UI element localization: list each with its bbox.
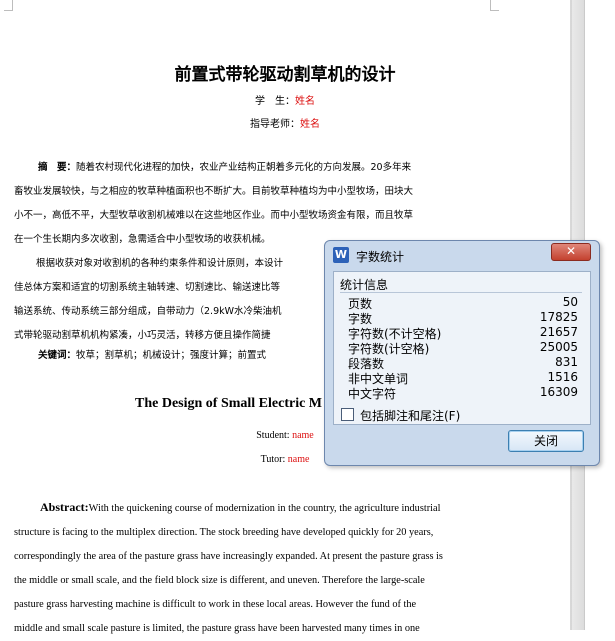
- stat-value: 25005: [539, 340, 578, 354]
- abstract-en: Abstract:With the quickening course of m…: [14, 495, 487, 641]
- word-app-icon: W: [333, 247, 349, 263]
- keywords-label: 关键词：: [38, 350, 77, 361]
- en-abstract-line: correspondingly the area of the pasture …: [14, 551, 443, 562]
- stat-value: 17825: [539, 310, 578, 324]
- document-title: 前置式带轮驱动割草机的设计: [174, 65, 396, 85]
- stat-value: 831: [555, 355, 578, 369]
- section-divider: [340, 292, 582, 293]
- design-line: 佳总体方案和适宜的切割系统主轴转速、切割速比、输送速比等: [14, 282, 281, 293]
- en-abstract-label: Abstract:: [40, 500, 89, 514]
- stat-value: 1516: [547, 370, 578, 384]
- en-abstract-line: the middle or small scale, and the field…: [14, 575, 425, 586]
- statistics-panel: 统计信息 页数 50 字数 17825 字符数(不计空格) 21657 字符数(…: [333, 271, 591, 425]
- english-title: The Design of Small Electric M: [135, 396, 323, 411]
- stat-row-words: 字数 17825: [348, 310, 578, 326]
- margin-corner-mark: [4, 0, 13, 11]
- dialog-title: 字数统计: [356, 250, 405, 264]
- student-label: 学 生：: [255, 96, 295, 107]
- keywords-line: 关键词：牧草；割草机；机械设计；强度计算；前置式: [14, 344, 324, 368]
- stat-row-chars-with-spaces: 字符数(计空格) 25005: [348, 340, 578, 356]
- margin-corner-mark: [490, 0, 499, 11]
- advisor-label: 指导老师：: [250, 119, 300, 130]
- design-line: 根据收获对象对收割机的各种约束条件和设计原则，本设计: [36, 258, 284, 269]
- design-line: 输送系统、传动系统三部分组成，自带动力（2.9kW水冷柴油机: [14, 306, 282, 317]
- word-count-dialog: W 字数统计 ✕ 统计信息 页数 50 字数 17825 字符数(不计空格) 2…: [324, 240, 600, 466]
- stat-row-chinese-chars: 中文字符 16309: [348, 385, 578, 401]
- stat-label: 中文字符: [348, 387, 397, 401]
- en-student-label: Student:: [256, 430, 293, 441]
- abstract-line: 小不一，高低不平，大型牧草收割机械难以在这些地区作业。而中小型牧场资金有限，而且…: [14, 210, 414, 221]
- en-tutor-label: Tutor:: [260, 454, 288, 465]
- en-student-name: name: [292, 430, 314, 441]
- keywords-text: 牧草；割草机；机械设计；强度计算；前置式: [76, 350, 267, 361]
- en-abstract-line: structure is facing to the multiplex dir…: [14, 527, 434, 538]
- stat-value: 16309: [539, 385, 578, 399]
- include-footnotes-checkbox[interactable]: [341, 408, 354, 421]
- dialog-title-bar[interactable]: W 字数统计 ✕: [325, 241, 599, 269]
- abstract-label: 摘 要：: [38, 162, 77, 173]
- abstract-line: 畜牧业发展较快，与之相应的牧草种植面积也不断扩大。目前牧草种植均为中小型牧场，田…: [14, 186, 414, 197]
- en-abstract-line: With the quickening course of modernizat…: [88, 503, 441, 514]
- abstract-cn: 摘 要：随着农村现代化进程的加快，农业产业结构正朝着多元化的方向发展。20多年来…: [14, 156, 487, 252]
- include-footnotes-label[interactable]: 包括脚注和尾注(F): [360, 407, 460, 424]
- close-button[interactable]: 关闭: [508, 430, 584, 452]
- en-abstract-line: pasture grass harvesting machine is diff…: [14, 599, 417, 610]
- stat-row-pages: 页数 50: [348, 295, 578, 311]
- advisor-line: 指导老师：姓名: [0, 115, 570, 130]
- stat-row-paragraphs: 段落数 831: [348, 355, 578, 371]
- stat-value: 50: [562, 295, 578, 309]
- stat-row-non-chinese-words: 非中文单词 1516: [348, 370, 578, 386]
- student-line: 学 生：姓名: [0, 92, 570, 107]
- close-icon[interactable]: ✕: [551, 243, 591, 261]
- advisor-name: 姓名: [300, 119, 320, 130]
- statistics-header: 统计信息: [340, 278, 389, 292]
- en-tutor-name: name: [287, 454, 310, 465]
- abstract-line: 随着农村现代化进程的加快，农业产业结构正朝着多元化的方向发展。20多年来: [76, 162, 412, 173]
- design-paragraph: 根据收获对象对收割机的各种约束条件和设计原则，本设计 佳总体方案和适宜的切割系统…: [14, 252, 324, 348]
- en-abstract-line: middle and small scale pasture is limite…: [14, 623, 420, 634]
- student-name: 姓名: [295, 96, 315, 107]
- stat-value: 21657: [539, 325, 578, 339]
- stat-row-chars-no-spaces: 字符数(不计空格) 21657: [348, 325, 578, 341]
